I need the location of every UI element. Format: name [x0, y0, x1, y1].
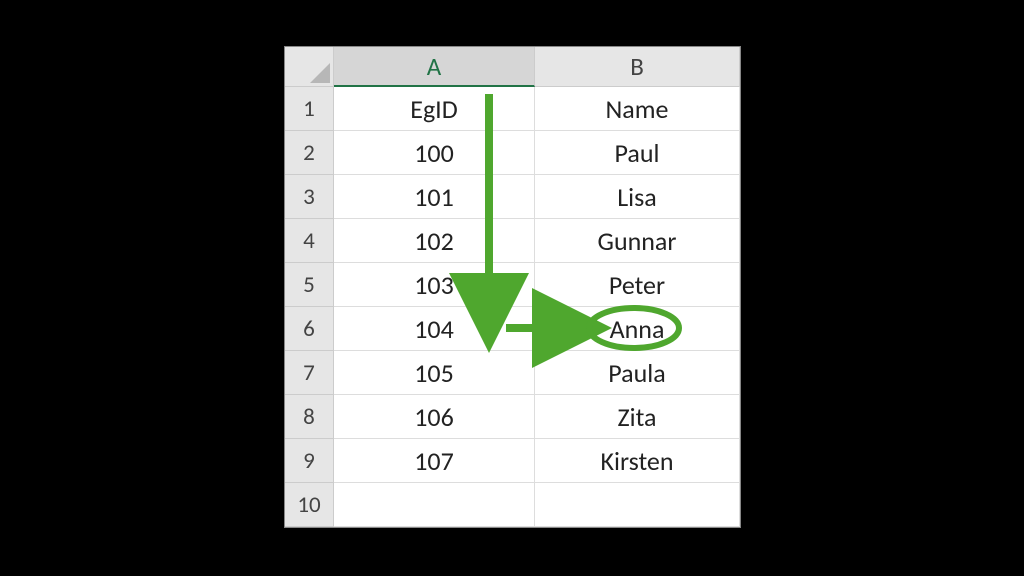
row-header-2[interactable]: 2: [285, 131, 334, 175]
cell-b1[interactable]: Name: [535, 87, 740, 131]
cell-a6[interactable]: 104: [334, 307, 535, 351]
cell-b5[interactable]: Peter: [535, 263, 740, 307]
cell-a1[interactable]: EgID: [334, 87, 535, 131]
row-header-4[interactable]: 4: [285, 219, 334, 263]
cell-a5[interactable]: 103: [334, 263, 535, 307]
cell-b7[interactable]: Paula: [535, 351, 740, 395]
row-header-7[interactable]: 7: [285, 351, 334, 395]
row-header-1[interactable]: 1: [285, 87, 334, 131]
row-header-6[interactable]: 6: [285, 307, 334, 351]
cell-b8[interactable]: Zita: [535, 395, 740, 439]
cell-b4[interactable]: Gunnar: [535, 219, 740, 263]
column-header-b[interactable]: B: [535, 47, 740, 87]
row-header-3[interactable]: 3: [285, 175, 334, 219]
cell-b6[interactable]: Anna: [535, 307, 740, 351]
cell-b3[interactable]: Lisa: [535, 175, 740, 219]
row-header-5[interactable]: 5: [285, 263, 334, 307]
spreadsheet-grid[interactable]: A B 1 EgID Name 2 100 Paul 3 101 Lisa 4 …: [284, 46, 741, 528]
cell-a8[interactable]: 106: [334, 395, 535, 439]
cell-a3[interactable]: 101: [334, 175, 535, 219]
cell-a7[interactable]: 105: [334, 351, 535, 395]
cell-b10[interactable]: [535, 483, 740, 527]
row-header-9[interactable]: 9: [285, 439, 334, 483]
cell-a10[interactable]: [334, 483, 535, 527]
row-header-10[interactable]: 10: [285, 483, 334, 527]
column-header-a[interactable]: A: [334, 47, 535, 87]
cell-a4[interactable]: 102: [334, 219, 535, 263]
select-all-corner[interactable]: [285, 47, 334, 87]
row-header-8[interactable]: 8: [285, 395, 334, 439]
cell-a9[interactable]: 107: [334, 439, 535, 483]
cell-a2[interactable]: 100: [334, 131, 535, 175]
cell-b2[interactable]: Paul: [535, 131, 740, 175]
cell-b9[interactable]: Kirsten: [535, 439, 740, 483]
